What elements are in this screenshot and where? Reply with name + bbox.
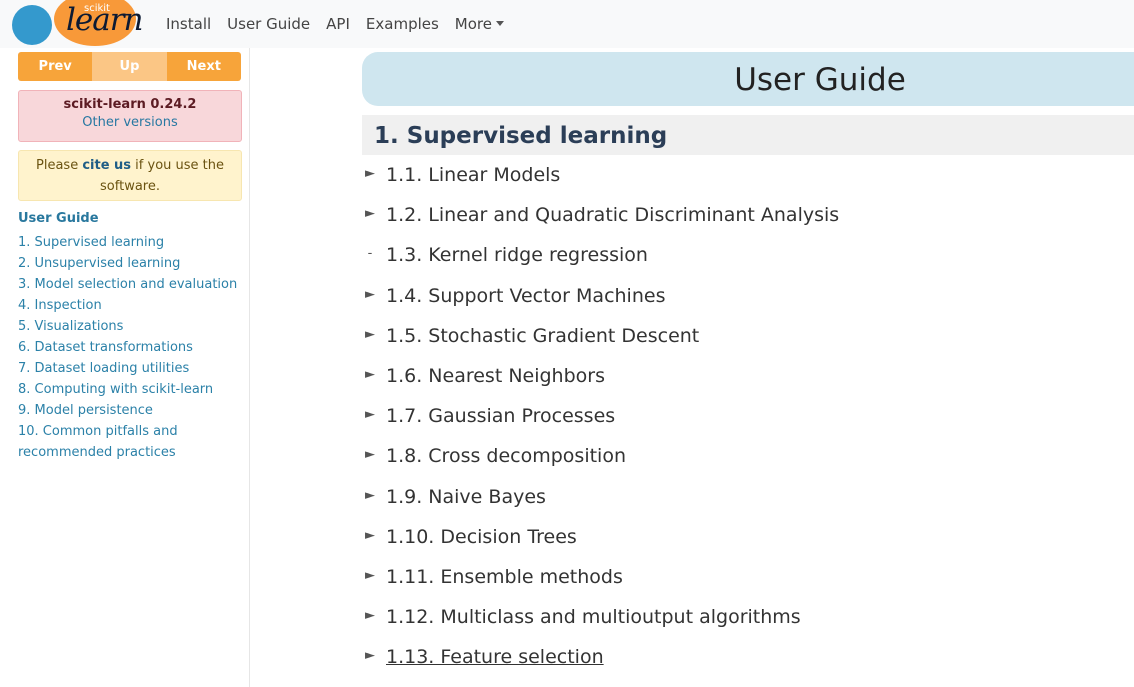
cite-us-link[interactable]: cite us	[82, 158, 131, 173]
cite-text-pre: Please	[36, 158, 83, 173]
prev-up-next-group: Prev Up Next	[18, 52, 241, 81]
page-title-banner: User Guide	[362, 52, 1134, 106]
toc-item-supervised[interactable]: 1. Supervised learning	[18, 232, 243, 253]
list-item-label[interactable]: 1.8. Cross decomposition	[386, 445, 626, 467]
list-item-label[interactable]: 1.4. Support Vector Machines	[386, 285, 665, 307]
list-item-label[interactable]: 1.9. Naive Bayes	[386, 486, 546, 508]
toc-item-model-selection[interactable]: 3. Model selection and evaluation	[18, 274, 243, 295]
scikit-learn-logo[interactable]: scikit learn	[10, 0, 145, 48]
page-title: User Guide	[734, 62, 906, 98]
expand-arrow-icon[interactable]: ►	[362, 488, 378, 503]
toc-item-common-pitfalls-cont[interactable]: recommended practices	[18, 442, 243, 463]
section-title: 1. Supervised learning	[374, 123, 668, 149]
list-item-label[interactable]: 1.5. Stochastic Gradient Descent	[386, 325, 699, 347]
list-item-label[interactable]: 1.10. Decision Trees	[386, 526, 577, 548]
toc-item-inspection[interactable]: 4. Inspection	[18, 295, 243, 316]
expand-arrow-icon[interactable]: ►	[362, 447, 378, 462]
list-item-label-hovered[interactable]: 1.13. Feature selection	[386, 646, 604, 668]
nav-install[interactable]: Install	[166, 15, 211, 33]
logo-blue-circle	[12, 5, 52, 45]
expand-arrow-icon[interactable]: ►	[362, 287, 378, 302]
nav-more-label: More	[454, 15, 492, 33]
next-button[interactable]: Next	[166, 52, 241, 81]
expand-arrow-icon[interactable]: ►	[362, 648, 378, 663]
expand-arrow-icon[interactable]: ►	[362, 568, 378, 583]
logo-learn-text: learn	[66, 2, 144, 38]
toc-item-visualizations[interactable]: 5. Visualizations	[18, 316, 243, 337]
list-item-label[interactable]: 1.3. Kernel ridge regression	[386, 244, 648, 266]
nav-api[interactable]: API	[326, 15, 350, 33]
nav-menu: Install User Guide API Examples More	[166, 0, 504, 48]
cite-box: Please cite us if you use the software.	[18, 150, 242, 201]
sidebar: Prev Up Next scikit-learn 0.24.2 Other v…	[0, 48, 250, 687]
expand-arrow-icon[interactable]: ►	[362, 528, 378, 543]
toc-item-dataset-loading[interactable]: 7. Dataset loading utilities	[18, 358, 243, 379]
expand-arrow-icon[interactable]: ►	[362, 407, 378, 422]
expand-arrow-icon[interactable]: ►	[362, 608, 378, 623]
expand-arrow-icon[interactable]: ►	[362, 166, 378, 181]
list-item-label[interactable]: 1.2. Linear and Quadratic Discriminant A…	[386, 204, 839, 226]
expand-arrow-icon[interactable]: ►	[362, 327, 378, 342]
expand-arrow-icon[interactable]: ►	[362, 206, 378, 221]
toc-item-common-pitfalls[interactable]: 10. Common pitfalls and	[18, 421, 243, 442]
top-navbar: scikit learn Install User Guide API Exam…	[0, 0, 1134, 48]
dash-bullet-icon: -	[367, 246, 373, 262]
toc-item-model-persistence[interactable]: 9. Model persistence	[18, 400, 243, 421]
list-item-label[interactable]: 1.11. Ensemble methods	[386, 566, 623, 588]
toc-item-computing[interactable]: 8. Computing with scikit-learn	[18, 379, 243, 400]
nav-examples[interactable]: Examples	[366, 15, 439, 33]
toc-list: 1. Supervised learning 2. Unsupervised l…	[18, 232, 243, 463]
toc-item-dataset-transformations[interactable]: 6. Dataset transformations	[18, 337, 243, 358]
expand-arrow-icon[interactable]: ►	[362, 367, 378, 382]
version-box: scikit-learn 0.24.2 Other versions	[18, 90, 242, 142]
nav-more-dropdown[interactable]: More	[455, 15, 504, 33]
version-title: scikit-learn 0.24.2	[63, 97, 197, 112]
caret-down-icon	[495, 21, 504, 26]
list-item-label[interactable]: 1.7. Gaussian Processes	[386, 405, 615, 427]
up-button[interactable]: Up	[92, 52, 167, 81]
list-item-label[interactable]: 1.6. Nearest Neighbors	[386, 365, 605, 387]
other-versions-link[interactable]: Other versions	[19, 115, 241, 130]
toc-title[interactable]: User Guide	[18, 211, 99, 226]
toc-item-unsupervised[interactable]: 2. Unsupervised learning	[18, 253, 243, 274]
list-item-label[interactable]: 1.1. Linear Models	[386, 164, 560, 186]
nav-user-guide[interactable]: User Guide	[227, 15, 310, 33]
list-item-label[interactable]: 1.12. Multiclass and multioutput algorit…	[386, 606, 801, 628]
section-heading: 1. Supervised learning	[362, 115, 1134, 155]
prev-button[interactable]: Prev	[18, 52, 93, 81]
